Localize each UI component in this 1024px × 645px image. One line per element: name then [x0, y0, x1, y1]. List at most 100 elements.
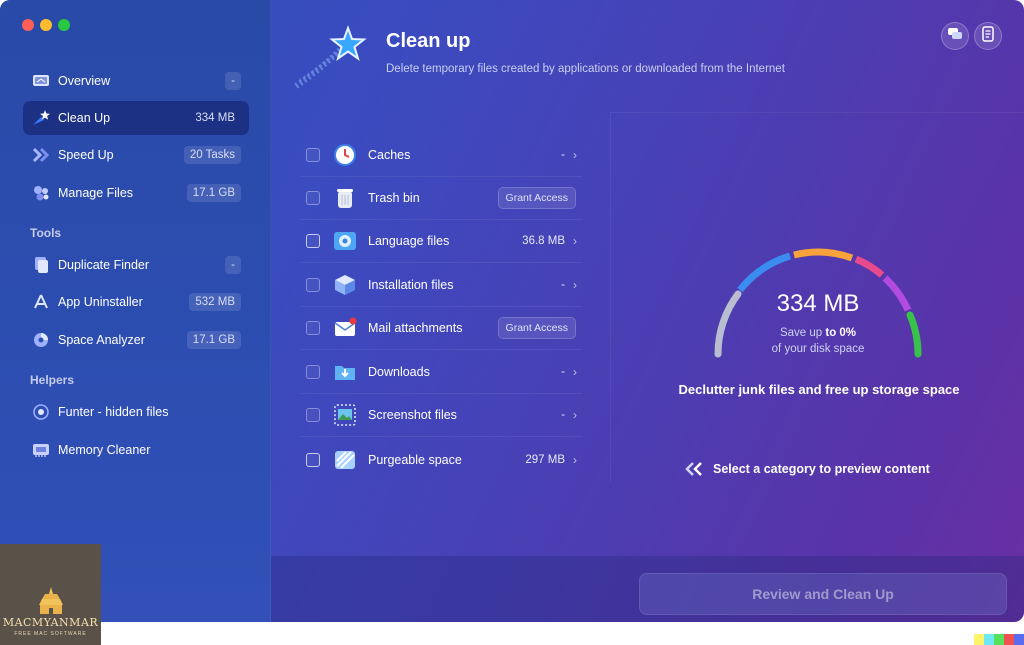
uninstaller-icon	[31, 292, 51, 312]
declutter-text: Declutter junk files and free up storage…	[678, 382, 960, 397]
app-window: Overview - Clean Up 334 MB Speed Up 20 T…	[0, 0, 1024, 622]
watermark-subtitle: FREE MAC SOFTWARE	[14, 631, 87, 637]
sidebar-item-label: App Uninstaller	[58, 295, 143, 309]
sidebar-item-speed-up[interactable]: Speed Up 20 Tasks	[23, 138, 249, 172]
page-subtitle: Delete temporary files created by applic…	[386, 63, 785, 75]
sidebar-item-label: Memory Cleaner	[58, 443, 151, 457]
category-row-screenshot-files[interactable]: Screenshot files - ›	[300, 394, 582, 437]
sidebar-item-label: Space Analyzer	[58, 333, 145, 347]
grant-access-button[interactable]: Grant Access	[497, 317, 576, 339]
category-label: Language files	[368, 234, 450, 248]
category-row-trash-bin[interactable]: Trash bin Grant Access	[300, 177, 582, 220]
sidebar-item-badge: 532 MB	[189, 293, 241, 311]
category-size: 297 MB	[525, 453, 565, 466]
header-star-illustration	[290, 20, 370, 92]
gauge-segment	[793, 248, 854, 262]
category-label: Trash bin	[368, 191, 420, 205]
gauge-value: 334 MB	[776, 290, 860, 317]
grant-access-button[interactable]: Grant Access	[497, 187, 576, 209]
sidebar-item-label: Duplicate Finder	[58, 258, 150, 272]
chevron-right-icon[interactable]: ›	[573, 453, 577, 467]
category-label: Downloads	[368, 365, 430, 379]
helpers-section-title: Helpers	[30, 373, 75, 387]
trash-icon	[332, 185, 358, 211]
sidebar-item-label: Manage Files	[58, 186, 134, 200]
gauge-segment	[737, 252, 792, 293]
category-checkbox[interactable]	[306, 408, 320, 422]
category-row-purgeable-space[interactable]: Purgeable space 297 MB ›	[300, 438, 582, 481]
sidebar-item-badge: 20 Tasks	[183, 146, 241, 164]
category-checkbox[interactable]	[306, 452, 320, 467]
dots-cluster-icon	[31, 183, 51, 203]
sidebar-item-space-analyzer[interactable]: Space Analyzer 17.1 GB	[23, 323, 249, 357]
chat-bubbles-icon	[947, 27, 963, 46]
sidebar-item-badge: -	[225, 256, 241, 274]
sidebar-item-manage-files[interactable]: Manage Files 17.1 GB	[23, 176, 249, 210]
double-chevron-left-icon	[684, 462, 704, 476]
category-row-installation-files[interactable]: Installation files - ›	[300, 264, 582, 307]
gauge-save-line: Save up to 0%	[718, 327, 918, 339]
sidebar-item-clean-up[interactable]: Clean Up 334 MB	[23, 101, 249, 135]
sidebar-item-memory-cleaner[interactable]: Memory Cleaner	[23, 433, 249, 467]
category-row-mail-attachments[interactable]: Mail attachments Grant Access	[300, 307, 582, 350]
header-divider	[610, 112, 1024, 113]
gauge-save-amount: to 0%	[825, 327, 857, 339]
watermark-title: MACMYANMAR	[2, 616, 99, 629]
sidebar-item-label: Clean Up	[58, 111, 111, 125]
duplicate-icon	[31, 255, 51, 275]
category-row-language-files[interactable]: Language files 36.8 MB ›	[300, 220, 582, 263]
sidebar-item-badge: -	[225, 72, 241, 90]
category-checkbox[interactable]	[306, 234, 320, 248]
sidebar: Overview - Clean Up 334 MB Speed Up 20 T…	[0, 0, 271, 622]
notes-button[interactable]	[974, 22, 1002, 50]
minimize-window-button[interactable]	[40, 19, 52, 31]
category-checkbox[interactable]	[306, 321, 320, 335]
sidebar-item-label: Speed Up	[58, 148, 114, 162]
pie-icon	[31, 330, 51, 350]
category-checkbox[interactable]	[306, 191, 320, 205]
language-icon	[332, 228, 358, 254]
pagoda-icon	[38, 587, 63, 614]
select-category-text: Select a category to preview content	[713, 462, 930, 476]
sidebar-item-label: Overview	[58, 74, 111, 88]
category-checkbox[interactable]	[306, 278, 320, 292]
category-checkbox[interactable]	[306, 365, 320, 379]
panel-divider	[610, 112, 611, 482]
sidebar-item-overview[interactable]: Overview -	[23, 64, 249, 98]
chevron-right-icon[interactable]: ›	[573, 234, 577, 248]
sidebar-item-app-uninstaller[interactable]: App Uninstaller 532 MB	[23, 285, 249, 319]
screenshot-icon	[332, 402, 358, 428]
select-category-hint: Select a category to preview content	[684, 462, 930, 476]
chevron-right-icon[interactable]: ›	[573, 148, 577, 162]
gauge-segment	[854, 255, 885, 278]
category-size: -	[561, 149, 565, 161]
tools-section-title: Tools	[30, 226, 62, 240]
category-label: Caches	[368, 148, 411, 162]
sidebar-item-funter[interactable]: Funter - hidden files	[23, 395, 249, 429]
category-label: Screenshot files	[368, 408, 457, 422]
memory-chip-icon	[31, 440, 51, 460]
gauge-save-suffix: of your disk space	[771, 343, 865, 355]
close-window-button[interactable]	[22, 19, 34, 31]
category-label: Purgeable space	[368, 452, 462, 467]
zoom-window-button[interactable]	[58, 19, 70, 31]
chevron-right-icon[interactable]: ›	[573, 365, 577, 379]
category-size: -	[561, 409, 565, 421]
category-row-caches[interactable]: Caches - ›	[300, 134, 582, 177]
review-and-clean-up-button[interactable]: Review and Clean Up	[639, 573, 1007, 615]
category-size: -	[561, 279, 565, 291]
sidebar-item-duplicate-finder[interactable]: Duplicate Finder -	[23, 248, 249, 282]
category-checkbox[interactable]	[306, 148, 320, 162]
chevron-right-icon[interactable]: ›	[573, 278, 577, 292]
broom-star-icon	[31, 108, 51, 128]
document-icon	[981, 25, 995, 47]
page-title: Clean up	[386, 30, 471, 52]
mail-icon	[332, 315, 358, 341]
laptop-icon	[31, 71, 51, 91]
chevron-right-icon[interactable]: ›	[573, 408, 577, 422]
category-label: Installation files	[368, 278, 454, 292]
category-size: 36.8 MB	[522, 235, 565, 247]
category-row-downloads[interactable]: Downloads - ›	[300, 351, 582, 394]
feedback-button[interactable]	[941, 22, 969, 50]
download-folder-icon	[332, 359, 358, 385]
